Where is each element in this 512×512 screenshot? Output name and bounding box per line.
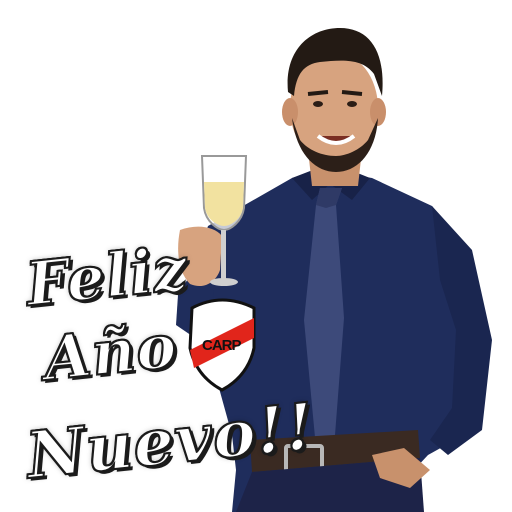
right-ear [370,98,386,126]
left-ear [282,98,298,126]
sticker-canvas: CARP Feliz Año Nuevo!! [0,0,512,512]
right-eye [347,101,357,107]
glass-stem [221,230,226,280]
left-eyebrow [307,90,329,96]
glass-base [210,278,238,286]
crest-monogram: CARP [202,337,241,354]
right-eyebrow [341,90,363,96]
left-eye [313,101,323,107]
greeting-line-2: Año [40,310,182,396]
